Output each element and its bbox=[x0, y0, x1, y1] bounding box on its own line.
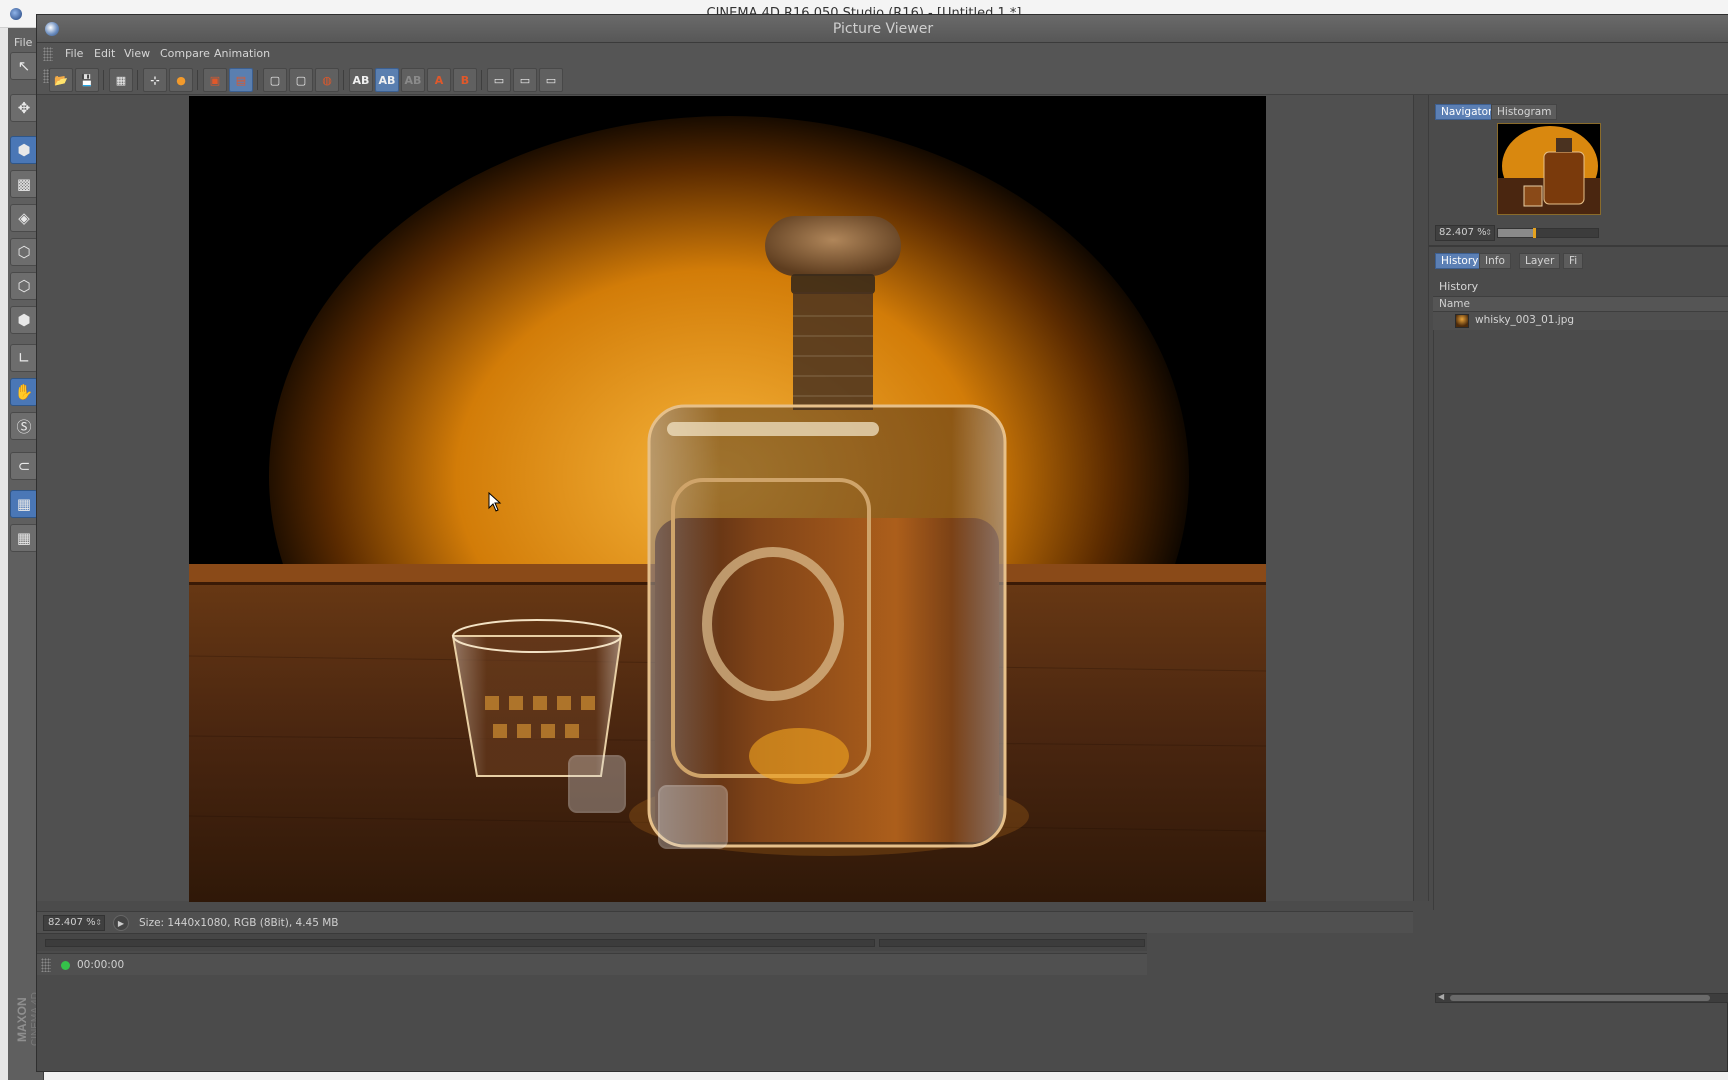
open-icon[interactable]: 📂 bbox=[49, 68, 73, 92]
right-panel: Navigator Histogram 82.407 % ⇕ History I… bbox=[1429, 95, 1728, 1003]
history-heading: History bbox=[1439, 280, 1479, 293]
svg-text:MAXON: MAXON bbox=[15, 997, 29, 1042]
timeline-range[interactable] bbox=[45, 939, 875, 947]
move-tool-icon[interactable]: ↖ bbox=[10, 52, 38, 80]
time-bar: 00:00:00 bbox=[37, 953, 1147, 975]
slider-fill bbox=[1498, 229, 1533, 237]
checker-cube-icon[interactable]: ▩ bbox=[10, 170, 38, 198]
workplane-icon[interactable]: ▦ bbox=[10, 490, 38, 518]
status-indicator-icon bbox=[61, 961, 70, 970]
frame-icon[interactable]: ▢ bbox=[263, 68, 287, 92]
scale-tool-icon[interactable]: ✥ bbox=[10, 94, 38, 122]
scrollbar-thumb[interactable] bbox=[1450, 995, 1710, 1001]
ab-active-icon[interactable]: AB bbox=[375, 68, 399, 92]
divider bbox=[1429, 245, 1728, 247]
image-canvas-area[interactable] bbox=[37, 95, 1413, 902]
history-item[interactable]: whisky_003_01.jpg bbox=[1433, 312, 1728, 330]
ab-disabled-icon[interactable]: AB bbox=[401, 68, 425, 92]
slider-knob[interactable] bbox=[1533, 228, 1536, 238]
set-a-icon[interactable]: A bbox=[427, 68, 451, 92]
render-stack-icon[interactable]: ▤ bbox=[229, 68, 253, 92]
grip-icon[interactable] bbox=[41, 958, 51, 972]
frame-render-icon[interactable]: ◍ bbox=[315, 68, 339, 92]
grip-icon[interactable] bbox=[43, 47, 53, 61]
navigator-preview-picture bbox=[1498, 124, 1600, 214]
spin-arrows-icon[interactable]: ⇕ bbox=[1485, 226, 1492, 240]
set-b-icon[interactable]: B bbox=[453, 68, 477, 92]
menu-view[interactable]: View bbox=[124, 47, 150, 60]
screen: CINEMA 4D R16.050 Studio (R16) - [Untitl… bbox=[0, 0, 1728, 1080]
tab-navigator[interactable]: Navigator bbox=[1435, 104, 1499, 120]
navigator-zoom-field[interactable]: 82.407 % ⇕ bbox=[1435, 225, 1495, 241]
regions-icon[interactable]: ⊹ bbox=[143, 68, 167, 92]
save-icon[interactable]: 💾 bbox=[75, 68, 99, 92]
layout-split-icon[interactable]: ▭ bbox=[513, 68, 537, 92]
frame-play-icon[interactable]: ▢ bbox=[289, 68, 313, 92]
grid-lock-icon[interactable]: ▦ bbox=[10, 524, 38, 552]
tab-histogram[interactable]: Histogram bbox=[1491, 104, 1558, 120]
menu-compare[interactable]: Compare bbox=[160, 47, 210, 60]
render-red-icon[interactable]: ▣ bbox=[203, 68, 227, 92]
spin-arrows-icon[interactable]: ⇕ bbox=[95, 916, 102, 930]
tab-history[interactable]: History bbox=[1435, 253, 1485, 269]
user-icon[interactable]: ● bbox=[169, 68, 193, 92]
cube-tool-icon[interactable]: ⬢ bbox=[10, 136, 38, 164]
image-thumbnail-icon bbox=[1455, 314, 1469, 328]
scroll-left-icon[interactable]: ◀ bbox=[1438, 992, 1444, 1001]
timeline-range-end[interactable] bbox=[879, 939, 1145, 947]
plane-tool-icon[interactable]: ◈ bbox=[10, 204, 38, 232]
play-icon: ▶ bbox=[117, 918, 125, 928]
picture-viewer-window: Picture Viewer File Edit View Compare An… bbox=[36, 14, 1728, 1072]
layout-grid-icon[interactable]: ▭ bbox=[539, 68, 563, 92]
outer-menu-file[interactable]: File bbox=[14, 36, 32, 49]
play-button[interactable]: ▶ bbox=[113, 915, 129, 931]
menubar: File Edit View Compare Animation bbox=[37, 43, 1728, 65]
grid-icon[interactable]: ▦ bbox=[109, 68, 133, 92]
history-item-name: whisky_003_01.jpg bbox=[1475, 314, 1575, 326]
tab-layer[interactable]: Layer bbox=[1519, 253, 1561, 269]
toolbar: 📂 💾 ▦ ⊹ ● ▣ ▤ ▢ ▢ ◍ AB AB AB A B ▭ ▭ ▭ bbox=[37, 65, 1728, 95]
window-title: Picture Viewer bbox=[832, 21, 934, 37]
mouse-cursor-icon bbox=[488, 492, 502, 512]
object-mode-icon[interactable]: ⬡ bbox=[10, 238, 38, 266]
rendered-image bbox=[189, 96, 1266, 902]
zoom-value: 82.407 % bbox=[48, 917, 96, 928]
tweak-tool-icon[interactable]: ✋ bbox=[10, 378, 38, 406]
image-size-info: Size: 1440x1080, RGB (8Bit), 4.45 MB bbox=[139, 917, 339, 929]
axis-tool-icon[interactable]: ∟ bbox=[10, 344, 38, 372]
horizontal-scrollbar[interactable]: ◀ bbox=[1435, 992, 1728, 1003]
whisky-render-picture bbox=[189, 96, 1266, 902]
layout-single-icon[interactable]: ▭ bbox=[487, 68, 511, 92]
zoom-field[interactable]: 82.407 % ⇕ bbox=[43, 915, 105, 931]
picture-viewer-titlebar[interactable]: Picture Viewer bbox=[37, 15, 1728, 43]
desktop-edge bbox=[0, 28, 8, 1080]
menu-animation[interactable]: Animation bbox=[214, 47, 270, 60]
magnet-tool-icon[interactable]: ⊂ bbox=[10, 452, 38, 480]
ab-compare-icon[interactable]: AB bbox=[349, 68, 373, 92]
timeline[interactable] bbox=[37, 933, 1147, 951]
snap-tool-icon[interactable]: Ⓢ bbox=[10, 412, 38, 440]
status-bar: 82.407 % ⇕ ▶ Size: 1440x1080, RGB (8Bit)… bbox=[37, 911, 1413, 933]
menu-edit[interactable]: Edit bbox=[94, 47, 115, 60]
edge-mode-icon[interactable]: ⬡ bbox=[10, 272, 38, 300]
navigator-zoom-slider[interactable] bbox=[1497, 228, 1599, 238]
tab-info[interactable]: Info bbox=[1479, 253, 1511, 269]
column-header-name[interactable]: Name bbox=[1433, 296, 1728, 312]
navigator-zoom-value: 82.407 % bbox=[1439, 227, 1487, 238]
polygon-mode-icon[interactable]: ⬢ bbox=[10, 306, 38, 334]
menu-file[interactable]: File bbox=[65, 47, 83, 60]
navigator-thumbnail[interactable] bbox=[1497, 123, 1601, 215]
panel-splitter[interactable] bbox=[1413, 95, 1429, 901]
time-display: 00:00:00 bbox=[77, 959, 125, 971]
history-list[interactable] bbox=[1433, 330, 1728, 910]
tab-filter[interactable]: Fi bbox=[1563, 253, 1584, 269]
